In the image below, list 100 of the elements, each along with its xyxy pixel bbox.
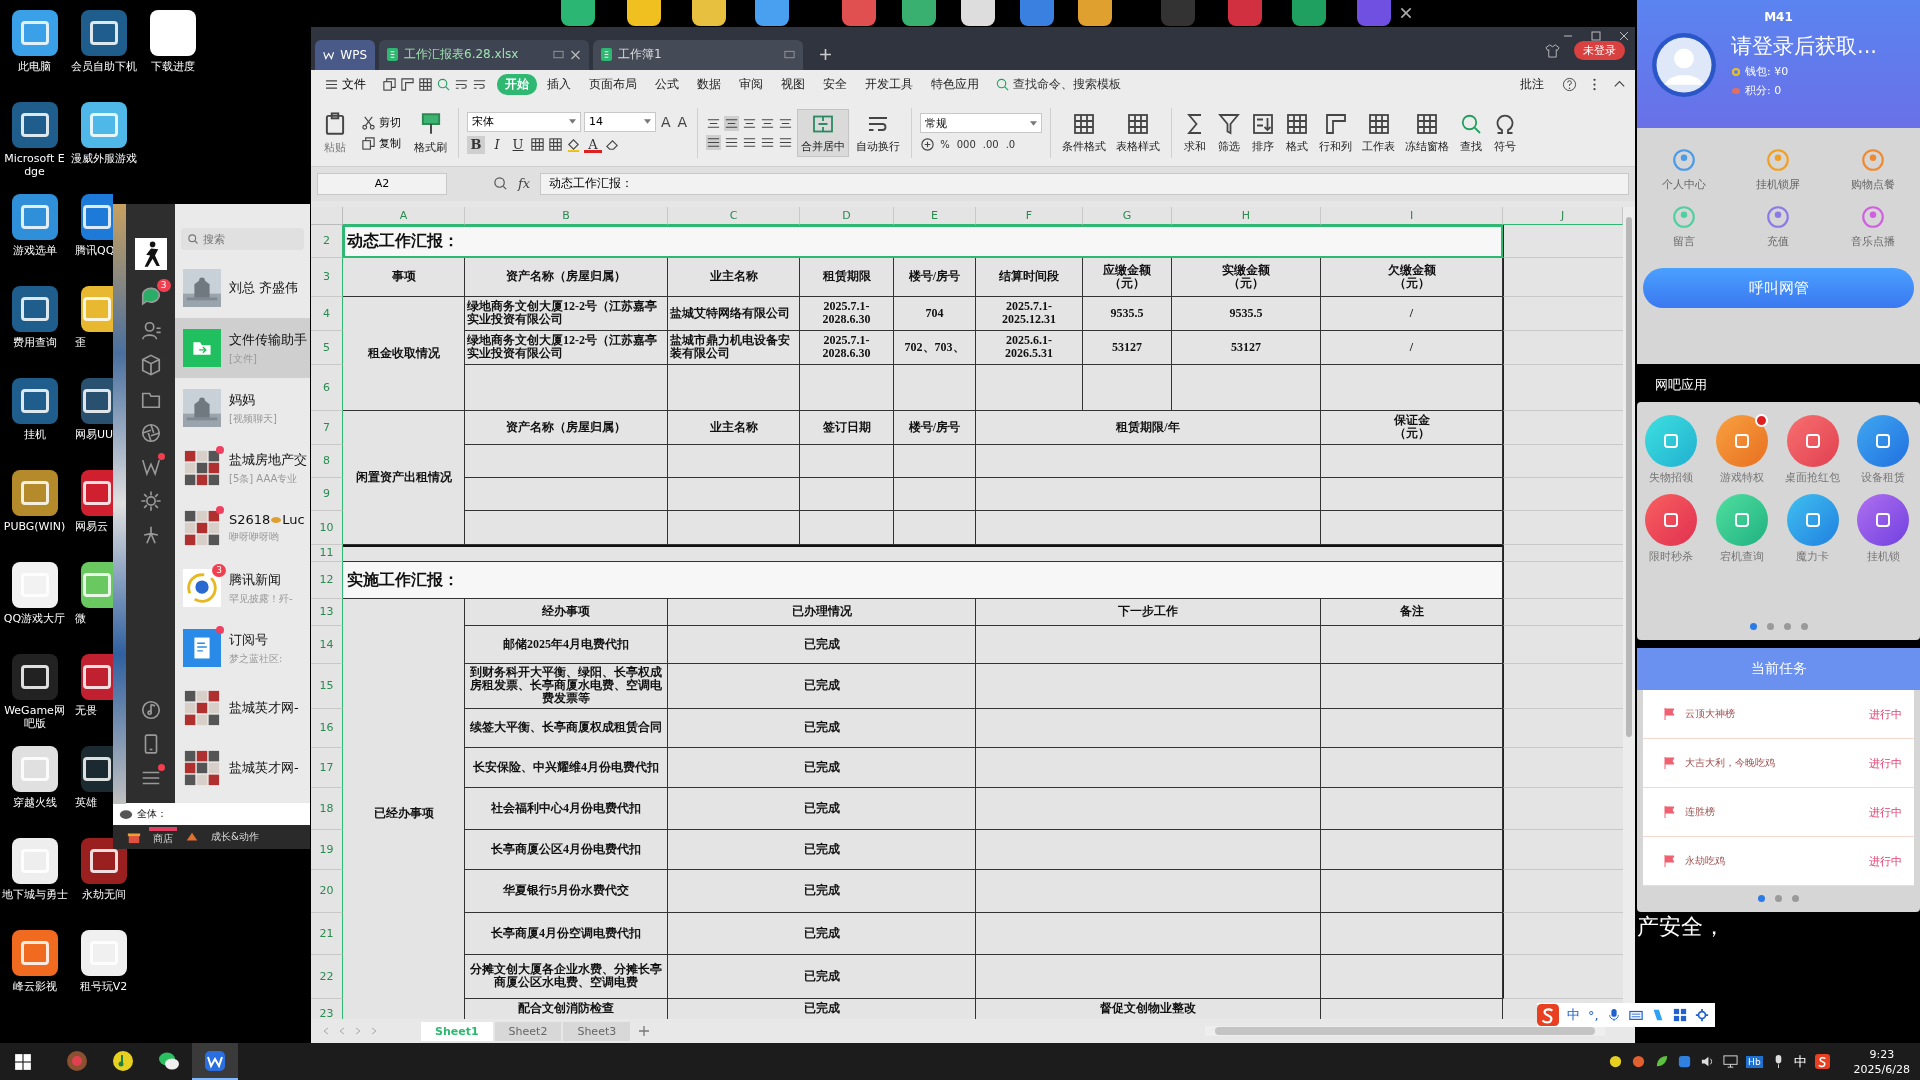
app-icon[interactable] [11,562,58,608]
help-icon[interactable] [1562,77,1577,93]
number-format-button[interactable]: % [938,139,952,151]
sheet-tab[interactable]: Sheet2 [494,1021,562,1041]
status-icon[interactable] [1608,1054,1624,1069]
format-painter-button[interactable]: 格式刷 [411,108,450,157]
empty-cell[interactable] [976,663,1321,709]
column-letter[interactable]: B [465,206,668,225]
ribbon-tab[interactable]: 视图 [773,74,813,96]
export-icon[interactable] [400,77,415,93]
column-letter[interactable]: G [1083,206,1172,225]
tool-button[interactable]: 筛选 [1214,109,1245,156]
page-dot[interactable] [1792,895,1799,902]
aperture-icon[interactable] [139,422,162,444]
tool-button[interactable]: 格式 [1282,109,1313,156]
app-icon[interactable] [11,930,58,976]
input-method-logo-icon[interactable] [1814,1054,1830,1069]
empty-cell[interactable] [1321,477,1503,511]
chat-item[interactable]: S2618 Luc 咿呀咿呀哟 [175,498,310,558]
app-icon[interactable] [81,654,113,700]
scrollbar-thumb[interactable] [1626,216,1632,737]
empty-cell[interactable] [1321,708,1503,748]
tool-button[interactable]: 行和列 [1316,109,1356,156]
shrink-font-button[interactable]: A [675,113,690,130]
empty-cell[interactable] [976,444,1321,478]
column-letter[interactable]: D [800,206,894,225]
chat-item[interactable]: 刘总 齐盛伟 [175,258,310,318]
empty-cell[interactable] [668,477,800,511]
empty-cell[interactable] [465,364,668,411]
app-icon[interactable] [11,378,58,424]
empty-cell[interactable] [976,364,1083,411]
empty-cell[interactable] [1321,663,1503,709]
empty-cell[interactable] [894,444,976,478]
app-icon[interactable] [11,838,58,884]
search-field[interactable]: 搜索 [181,228,304,250]
empty-cell[interactable] [976,869,1321,913]
empty-cell[interactable] [1321,364,1503,411]
page-dot[interactable] [1775,895,1782,902]
tray-badge[interactable]: Hb [1746,1055,1763,1068]
comment-button[interactable]: 批注 [1512,74,1552,96]
empty-cell[interactable] [1321,510,1503,545]
ribbon-tab[interactable]: 特色应用 [923,74,987,96]
app-icon[interactable] [11,102,58,148]
empty-cell[interactable] [800,364,894,411]
app-icon[interactable] [1292,0,1326,26]
row-number[interactable]: 8 [311,444,343,478]
ribbon-tab[interactable]: 数据 [689,74,729,96]
close-icon[interactable] [570,49,581,60]
align-icon[interactable] [724,115,740,131]
app-icon[interactable] [961,0,995,26]
tool-button[interactable]: 符号 [1490,109,1521,156]
font-size-select[interactable]: 14 [584,111,656,132]
input-method-logo-icon[interactable] [1537,1004,1559,1026]
empty-cell[interactable] [1172,364,1321,411]
app-icon[interactable] [81,470,113,516]
empty-cell[interactable] [668,510,800,545]
empty-cell[interactable] [465,444,668,478]
add-tab-icon[interactable] [819,47,832,61]
column-letter[interactable]: C [668,206,800,225]
empty-cell[interactable] [1321,787,1503,830]
input-mode[interactable]: 中 [1793,1052,1807,1071]
empty-cell[interactable] [800,444,894,478]
game-bar-tab[interactable]: 成长&动作 [207,829,263,845]
empty-cell[interactable] [1321,444,1503,478]
shortcut-button[interactable]: 留言 [1637,203,1732,250]
empty-cell[interactable] [668,364,800,411]
music-icon[interactable] [139,699,162,721]
game-bar-tab[interactable]: 商店 [149,827,177,847]
tool-button[interactable]: 查找 [1456,109,1487,156]
shortcut-button[interactable]: 购物点餐 [1825,146,1920,193]
empty-cell[interactable] [800,510,894,545]
add-sheet-icon[interactable] [638,1025,651,1037]
shortcut-button[interactable]: 个人中心 [1637,146,1732,193]
login-button[interactable]: 未登录 [1574,40,1625,60]
cube-icon[interactable] [139,354,162,376]
shortcut-button[interactable]: 音乐点播 [1825,203,1920,250]
ribbon-tab[interactable]: 公式 [647,74,687,96]
clock[interactable]: 9:23 2025/6/28 [1853,1046,1910,1077]
maximize-icon[interactable] [1591,31,1601,41]
column-letter[interactable]: I [1321,206,1503,225]
app-icon[interactable] [11,194,58,240]
window-icon[interactable] [553,49,564,60]
app-icon[interactable] [81,194,113,240]
app-icon[interactable] [902,0,936,26]
app-icon[interactable] [11,746,58,792]
zoom-icon[interactable] [493,176,508,192]
text-style-button[interactable]: B [467,135,485,154]
scrollbar-thumb[interactable] [1215,1027,1595,1035]
app-icon[interactable] [81,378,113,424]
empty-cell[interactable] [976,510,1321,545]
wrap-text-button[interactable]: 自动换行 [853,109,904,156]
empty-cell[interactable] [976,747,1321,788]
tool-button[interactable]: 冻结窗格 [1402,109,1453,156]
text-style-button[interactable]: I [488,135,506,154]
app-icon[interactable] [561,0,595,26]
empty-cell[interactable] [976,477,1321,511]
page-dot[interactable] [1749,623,1757,630]
app-icon[interactable] [81,746,113,792]
contacts-icon[interactable] [139,320,162,342]
page-dot[interactable] [1758,895,1765,902]
